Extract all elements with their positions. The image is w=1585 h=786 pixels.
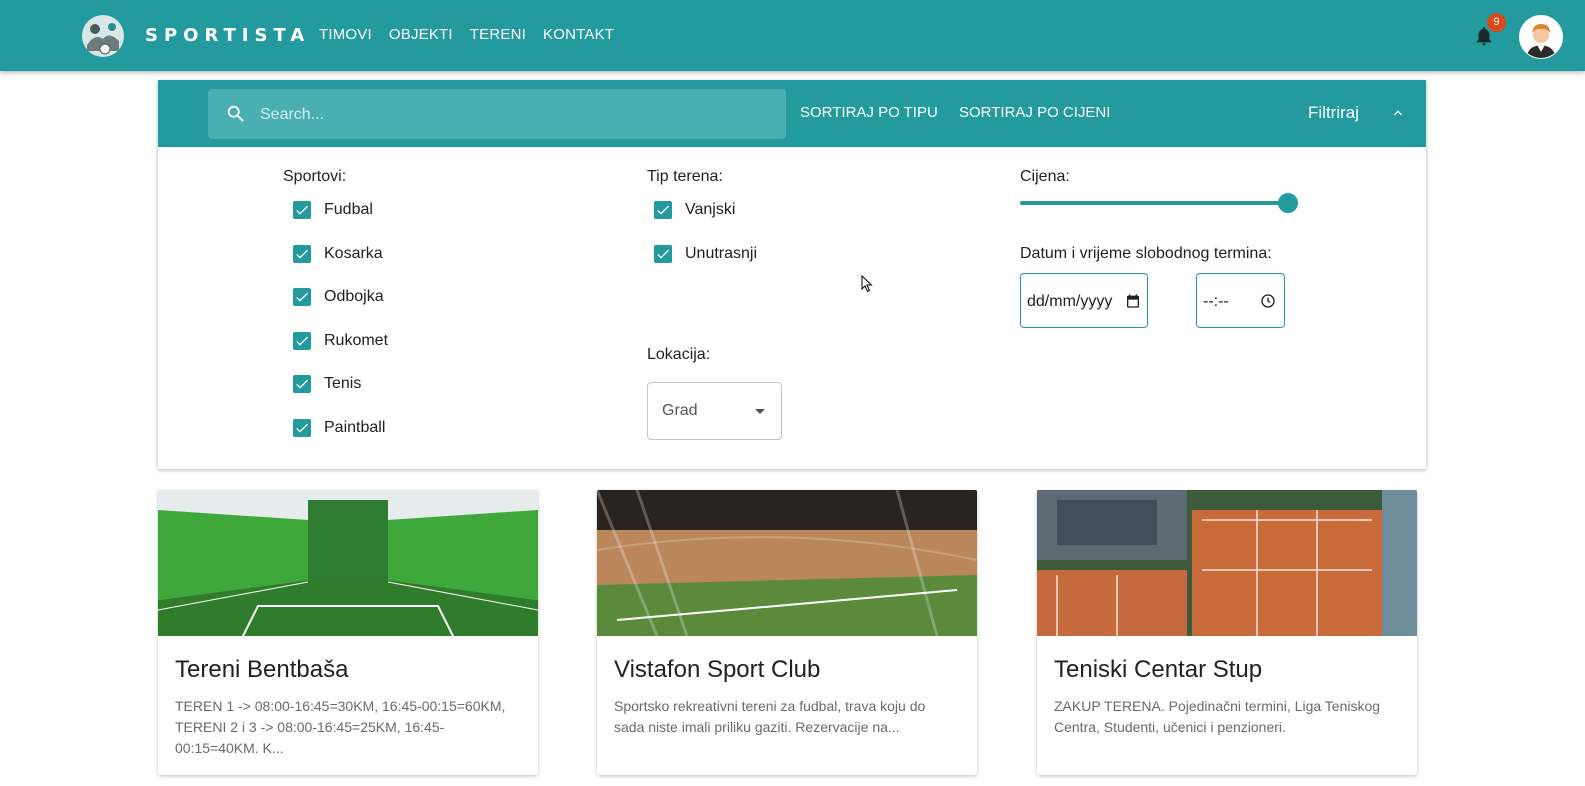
nav-tereni[interactable]: TERENI: [470, 26, 526, 43]
filter-panel: SORTIRAJ PO TIPU SORTIRAJ PO CIJENI Filt…: [158, 80, 1426, 469]
nav-kontakt[interactable]: KONTAKT: [543, 26, 614, 43]
checkbox-label: Tenis: [324, 375, 362, 393]
checkbox-checked-icon[interactable]: [293, 201, 311, 219]
venue-card[interactable]: Tereni Bentbaša TEREN 1 -> 08:00-16:45=3…: [158, 490, 538, 775]
price-slider-track[interactable]: [1020, 201, 1288, 205]
chevron-up-icon[interactable]: [1390, 105, 1406, 121]
user-avatar[interactable]: [1519, 15, 1563, 59]
sort-by-price-button[interactable]: SORTIRAJ PO CIJENI: [959, 104, 1110, 121]
sport-checkbox-paintball[interactable]: Paintball: [293, 419, 385, 437]
brand-name[interactable]: SPORTISTA: [145, 25, 310, 46]
checkbox-checked-icon[interactable]: [293, 419, 311, 437]
sport-checkbox-kosarka[interactable]: Kosarka: [293, 244, 383, 263]
venue-card[interactable]: Vistafon Sport Club Sportsko rekreativni…: [597, 490, 977, 775]
checkbox-label: Odbojka: [324, 288, 384, 306]
top-navbar: SPORTISTA TIMOVI OBJEKTI TERENI KONTAKT …: [0, 0, 1585, 71]
sport-checkbox-rukomet[interactable]: Rukomet: [293, 331, 389, 350]
checkbox-label: Fudbal: [324, 201, 373, 218]
venue-card[interactable]: Teniski Centar Stup ZAKUP TERENA. Pojedi…: [1037, 490, 1417, 775]
date-input[interactable]: dd/mm/yyyy: [1020, 273, 1148, 328]
checkbox-label: Unutrasnji: [685, 244, 758, 262]
checkbox-label: Kosarka: [324, 244, 383, 262]
location-select[interactable]: Grad: [647, 382, 782, 440]
checkbox-checked-icon[interactable]: [293, 288, 311, 307]
nav-timovi[interactable]: TIMOVI: [319, 26, 372, 43]
time-placeholder: --:--: [1203, 293, 1229, 310]
time-input[interactable]: --:--: [1196, 273, 1285, 328]
mouse-cursor-icon: [861, 275, 873, 293]
venue-image: [1037, 490, 1417, 636]
terrain-type-label: Tip terena:: [647, 168, 723, 185]
price-label: Cijena:: [1020, 168, 1070, 185]
clock-icon[interactable]: [1260, 293, 1276, 309]
nav-objekti[interactable]: OBJEKTI: [389, 26, 453, 43]
dropdown-arrow-icon: [755, 409, 765, 414]
venue-description: Sportsko rekreativni tereni za fudbal, t…: [614, 698, 926, 735]
brand-logo[interactable]: [79, 15, 127, 57]
checkbox-label: Paintball: [324, 419, 386, 436]
price-slider-thumb[interactable]: [1278, 193, 1298, 213]
datetime-label: Datum i vrijeme slobodnog termina:: [1020, 245, 1272, 262]
calendar-icon[interactable]: [1125, 293, 1141, 309]
filter-toggle-label[interactable]: Filtriraj: [1308, 103, 1359, 123]
terrain-checkbox-vanjski[interactable]: Vanjski: [654, 201, 735, 219]
date-placeholder: dd/mm/yyyy: [1027, 293, 1113, 310]
sport-checkbox-fudbal[interactable]: Fudbal: [293, 201, 373, 219]
venue-title[interactable]: Tereni Bentbaša: [175, 656, 348, 684]
location-select-value: Grad: [662, 402, 698, 419]
venue-image: [597, 490, 977, 636]
sort-by-type-button[interactable]: SORTIRAJ PO TIPU: [800, 104, 938, 121]
sport-checkbox-tenis[interactable]: Tenis: [293, 375, 362, 394]
venue-image: [158, 490, 538, 636]
venue-description: ZAKUP TERENA. Pojedinačni termini, Liga …: [1054, 698, 1381, 735]
checkbox-checked-icon[interactable]: [293, 331, 311, 350]
checkbox-checked-icon[interactable]: [654, 244, 672, 263]
main-nav: TIMOVI OBJEKTI TERENI KONTAKT: [319, 26, 614, 43]
search-icon: [227, 105, 244, 122]
venue-title[interactable]: Vistafon Sport Club: [614, 656, 820, 684]
sport-checkbox-odbojka[interactable]: Odbojka: [293, 288, 384, 307]
checkbox-checked-icon[interactable]: [654, 201, 672, 219]
location-label: Lokacija:: [647, 346, 711, 363]
checkbox-checked-icon[interactable]: [293, 375, 311, 394]
venue-description: TEREN 1 -> 08:00-16:45=30KM, 16:45-00:15…: [175, 698, 506, 756]
search-box[interactable]: [208, 89, 786, 141]
notification-badge: 9: [1487, 13, 1506, 32]
filter-toolbar: SORTIRAJ PO TIPU SORTIRAJ PO CIJENI Filt…: [158, 80, 1426, 147]
checkbox-label: Rukomet: [324, 331, 389, 349]
sports-label: Sportovi:: [283, 168, 347, 185]
search-input[interactable]: [258, 89, 777, 141]
venue-title[interactable]: Teniski Centar Stup: [1054, 656, 1262, 684]
checkbox-label: Vanjski: [685, 201, 736, 218]
checkbox-checked-icon[interactable]: [293, 244, 311, 263]
terrain-checkbox-unutrasnji[interactable]: Unutrasnji: [654, 244, 758, 263]
